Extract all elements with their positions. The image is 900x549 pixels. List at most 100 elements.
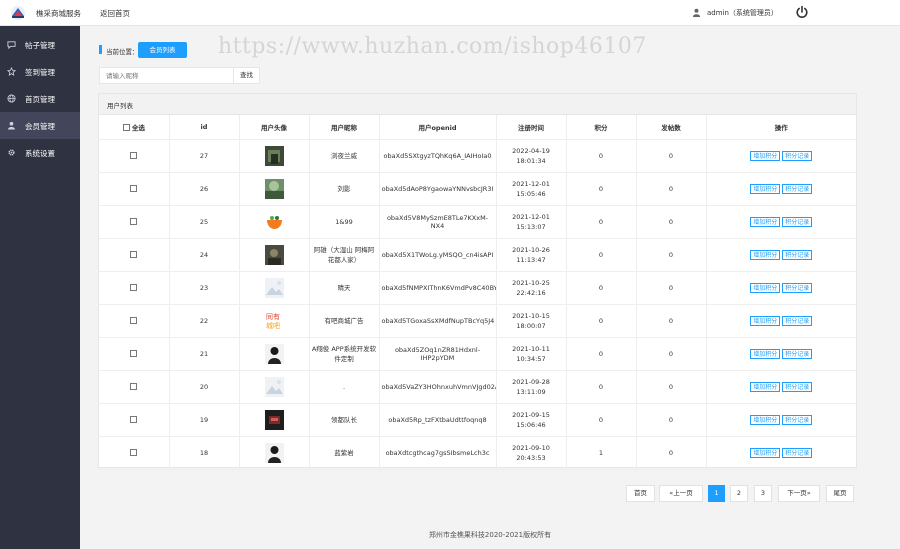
back-home-link[interactable]: 返回首页	[100, 8, 130, 19]
row-checkbox[interactable]	[130, 185, 138, 192]
adjust-points-button[interactable]: 增加积分	[750, 150, 781, 161]
nickname-text: 刘影	[337, 184, 351, 193]
points-record-button[interactable]: 积分记录	[782, 315, 813, 326]
table-row: 21 A翔俊 APP系统开发软件定制 obaXd5ZOq1nZR81Hdxnl-IH…	[99, 337, 856, 371]
cell-register-time: 2021-09-10 20:43:53	[496, 436, 567, 470]
row-select-cell	[99, 172, 170, 206]
register-date: 2021-09-28	[512, 377, 550, 386]
cell-points: 0	[566, 172, 637, 206]
cell-points: 0	[566, 370, 637, 404]
register-date: 2021-10-11	[512, 344, 550, 353]
register-clock: 18:01:34	[516, 156, 546, 165]
breadcrumb-label: 当前位置：	[106, 48, 139, 56]
row-checkbox[interactable]	[130, 152, 138, 159]
current-user[interactable]: admin（系统管理员）	[707, 8, 778, 18]
cell-nickname: 有吧商城广告	[309, 304, 380, 338]
adjust-points-button[interactable]: 增加积分	[750, 381, 781, 392]
points-record-button[interactable]: 积分记录	[782, 282, 813, 293]
svg-text:同有: 同有	[266, 312, 280, 321]
select-all-checkbox[interactable]	[122, 124, 130, 132]
header-posts: 发帖数	[636, 115, 707, 140]
table-header-row: 全选 id 用户头像 用户昵称 用户openid 注册时间 积分 发帖数 操作	[99, 115, 856, 140]
sidebar-item-settings[interactable]: 系统设置	[0, 139, 80, 166]
user-icon	[692, 8, 701, 17]
cell-avatar	[239, 403, 310, 437]
next-page-button[interactable]: 下一页»	[778, 485, 820, 502]
comment-icon	[7, 41, 16, 49]
cell-avatar	[239, 238, 310, 272]
page-3-button[interactable]: 3	[754, 485, 772, 502]
adjust-points-button[interactable]: 增加积分	[750, 447, 781, 458]
sidebar-item-posts[interactable]: 帖子管理	[0, 31, 80, 58]
search-input[interactable]	[99, 67, 234, 84]
header-openid: 用户openid	[379, 115, 497, 140]
points-record-button[interactable]: 积分记录	[782, 183, 813, 194]
row-checkbox[interactable]	[130, 416, 138, 423]
points-record-button[interactable]: 积分记录	[782, 381, 813, 392]
globe-icon	[7, 94, 16, 103]
cell-points: 0	[566, 271, 637, 305]
table-row: 19 领都队长 obaXd5Rp_tzFXtbaUdttfoqnq8 2021-09-…	[99, 403, 856, 437]
row-checkbox[interactable]	[130, 251, 138, 258]
prev-page-button[interactable]: «上一页	[659, 485, 703, 502]
sidebar-item-label: 系统设置	[25, 149, 55, 158]
points-record-button[interactable]: 积分记录	[782, 348, 813, 359]
adjust-points-button[interactable]: 增加积分	[750, 249, 781, 260]
cell-posts: 0	[636, 436, 707, 470]
breadcrumb-marker	[99, 45, 102, 54]
row-checkbox[interactable]	[130, 449, 138, 456]
cell-ops: 增加积分 积分记录	[706, 304, 856, 338]
points-record-button[interactable]: 积分记录	[782, 150, 813, 161]
cell-points: 0	[566, 139, 637, 173]
sidebar-item-label: 帖子管理	[25, 41, 55, 50]
register-clock: 13:11:09	[516, 387, 546, 396]
row-checkbox[interactable]	[130, 218, 138, 225]
app-title: 樵采商城服务	[36, 9, 81, 18]
cell-ops: 增加积分 积分记录	[706, 172, 856, 206]
cell-register-time: 2021-10-11 10:34:57	[496, 337, 567, 371]
cell-posts: 0	[636, 139, 707, 173]
points-record-button[interactable]: 积分记录	[782, 216, 813, 227]
sidebar-item-label: 会员管理	[25, 122, 55, 131]
sidebar-item-members[interactable]: 会员管理	[0, 112, 80, 139]
points-record-button[interactable]: 积分记录	[782, 414, 813, 425]
header-nickname: 用户昵称	[309, 115, 380, 140]
adjust-points-button[interactable]: 增加积分	[750, 216, 781, 227]
first-page-button[interactable]: 首页	[626, 485, 655, 502]
points-record-button[interactable]: 积分记录	[782, 249, 813, 260]
cell-ops: 增加积分 积分记录	[706, 436, 856, 470]
points-record-button[interactable]: 积分记录	[782, 447, 813, 458]
sidebar-item-home[interactable]: 首页管理	[0, 85, 80, 112]
cell-openid: obaXd5VaZY3HOhnxuhVmnVJgd02A	[379, 370, 497, 404]
cell-avatar	[239, 271, 310, 305]
cell-points: 1	[566, 436, 637, 470]
placeholder-avatar	[264, 277, 284, 298]
adjust-points-button[interactable]: 增加积分	[750, 183, 781, 194]
adjust-points-button[interactable]: 增加积分	[750, 315, 781, 326]
page-1-button[interactable]: 1	[708, 485, 725, 502]
table-row: 27 浏夜兰威 obaXd5SXtgyzTQhKq6A_IAIHoIa0 2022-0…	[99, 139, 856, 173]
adjust-points-button[interactable]: 增加积分	[750, 414, 781, 425]
breadcrumb-current[interactable]: 会员列表	[138, 42, 187, 58]
sidebar-item-checkin[interactable]: 签到管理	[0, 58, 80, 85]
row-checkbox[interactable]	[130, 383, 138, 390]
power-icon[interactable]	[795, 5, 809, 19]
adjust-points-button[interactable]: 增加积分	[750, 348, 781, 359]
register-clock: 15:05:46	[516, 189, 546, 198]
select-all-label[interactable]: 全选	[132, 124, 145, 132]
register-date: 2021-09-10	[512, 443, 550, 452]
search-button[interactable]: 查找	[234, 67, 260, 84]
header-points: 积分	[566, 115, 637, 140]
cell-id: 26	[169, 172, 240, 206]
adjust-points-button[interactable]: 增加积分	[750, 282, 781, 293]
register-date: 2021-12-01	[512, 212, 550, 221]
row-checkbox[interactable]	[130, 284, 138, 291]
row-checkbox[interactable]	[130, 350, 138, 357]
header-id: id	[169, 115, 240, 140]
watermark: https://www.huzhan.com/ishop46107	[218, 34, 647, 59]
cell-id: 19	[169, 403, 240, 437]
last-page-button[interactable]: 尾页	[826, 485, 854, 502]
cell-register-time: 2021-12-01 15:13:07	[496, 205, 567, 239]
page-2-button[interactable]: 2	[730, 485, 748, 502]
row-checkbox[interactable]	[130, 317, 138, 324]
